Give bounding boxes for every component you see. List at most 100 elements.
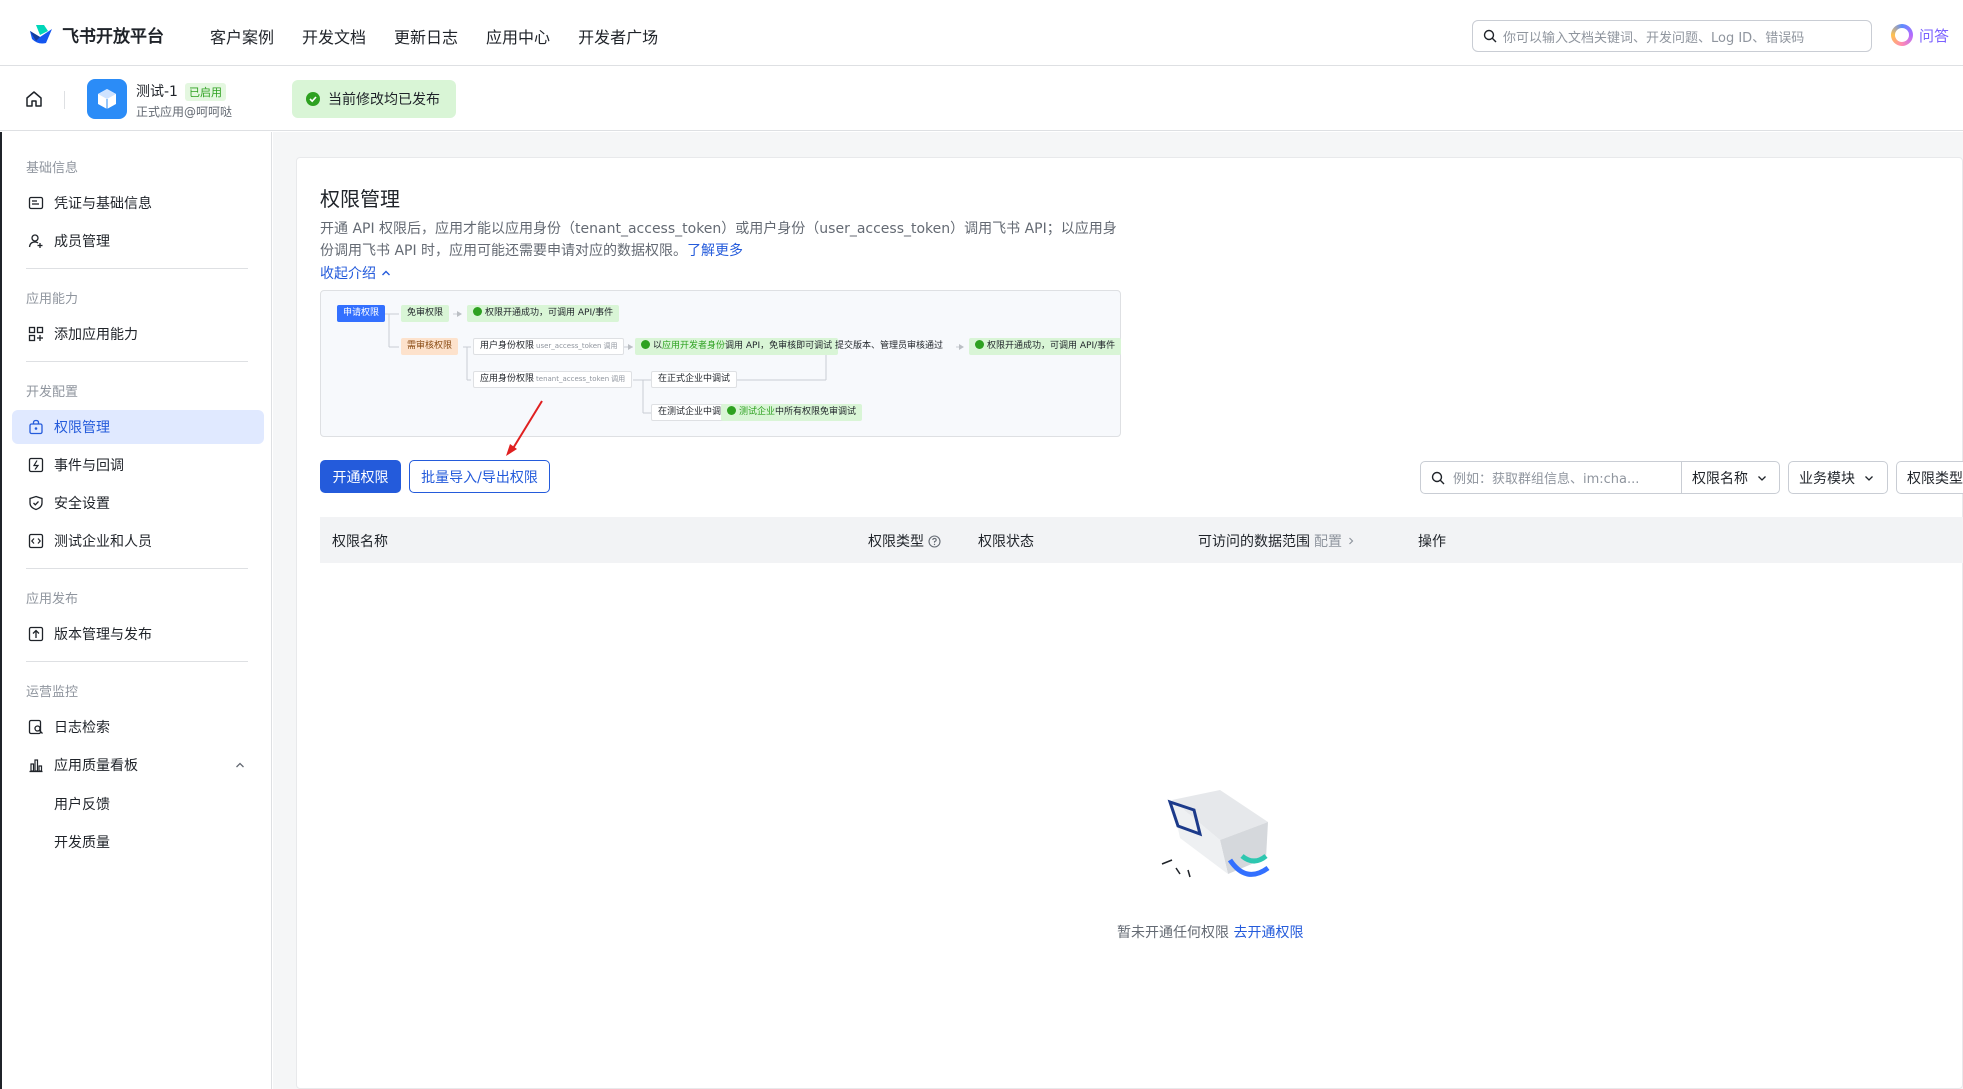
top-header: 飞书开放平台 客户案例 开发文档 更新日志 应用中心 开发者广场 你可以输入文档… [0,0,1963,66]
chevron-up-icon[interactable] [234,759,246,771]
sidebar: 基础信息 凭证与基础信息 成员管理 应用能力 添加应用能力 开发配置 权限管理 … [0,132,272,1089]
nav-app-center[interactable]: 应用中心 [486,24,550,48]
chevron-right-icon [1349,537,1354,545]
sidebar-item-permissions[interactable]: 权限管理 [12,410,264,444]
column-scope-label: 可访问的数据范围 [1198,534,1310,550]
upload-box-icon [28,626,44,642]
empty-box-illustration [1161,790,1270,878]
permission-flow-diagram: 申请权限 免审权限 权限开通成功，可调用 API/事件 需审核权限 用户身份权限… [320,290,1122,437]
sidebar-group-monitoring: 运营监控 [26,685,79,700]
sidebar-divider [26,361,248,362]
flow-app-identity-node: 应用身份权限 tenant_access_token 调用 [473,371,633,388]
sidebar-item-label: 凭证与基础信息 [54,196,152,212]
sidebar-subitem-dev-quality[interactable]: 开发质量 [54,832,110,852]
flow-call-suffix-2: 调用 [611,375,626,383]
lock-bag-icon [29,419,43,435]
search-field-value: 权限名称 [1692,470,1748,487]
check-circle-icon [641,340,650,349]
search-icon [1483,29,1497,43]
check-circle-icon [727,406,736,415]
sidebar-item-label: 事件与回调 [54,458,124,474]
empty-state: 暂未开通任何权限 去开通权限 [1117,922,1303,942]
flow-submit-node: 提交版本、管理员审核通过 [835,341,944,351]
red-arrow-annotation [506,400,543,456]
column-header-actions: 操作 [1418,531,1446,551]
flow-success-node: 权限开通成功，可调用 API/事件 [467,305,620,322]
sidebar-item-test-tenants[interactable]: 测试企业和人员 [12,524,264,558]
chevron-down-icon [1865,475,1873,481]
column-name-label: 权限名称 [332,534,388,550]
scope-config-link[interactable]: 配置 [1314,531,1342,551]
sidebar-item-label: 安全设置 [54,496,110,512]
batch-import-export-button[interactable]: 批量导入/导出权限 [409,460,550,493]
sidebar-item-log-search[interactable]: 日志检索 [12,710,264,744]
question-circle-icon[interactable] [928,534,941,548]
nav-customer-cases[interactable]: 客户案例 [210,24,274,48]
flow-tenant-token: tenant_access_token [536,375,610,383]
home-icon[interactable] [24,89,44,109]
sidebar-item-credentials[interactable]: 凭证与基础信息 [12,186,264,220]
check-circle-icon [306,92,320,106]
flow-dev-highlight: 应用开发者身份 [662,341,726,351]
sidebar-divider [26,268,248,269]
permission-search-placeholder: 例如：获取群组信息、im:cha... [1453,472,1640,487]
flow-call-suffix: 调用 [603,342,618,350]
sidebar-divider [26,661,248,662]
flow-test-all-prefix: 测试企业 [739,407,776,417]
module-select-value: 业务模块 [1799,470,1855,487]
open-permission-button[interactable]: 开通权限 [320,460,401,493]
type-select[interactable]: 权限类型 [1896,461,1963,494]
collapse-intro-toggle[interactable]: 收起介绍 [320,263,392,283]
app-bar: 测试-1 已启用 正式应用@呵呵哒 当前修改均已发布 [0,67,1963,131]
sidebar-item-security[interactable]: 安全设置 [12,486,264,520]
page-description: 开通 API 权限后，应用才能以应用身份（tenant_access_token… [320,218,1120,262]
sidebar-item-label: 测试企业和人员 [54,534,152,550]
bar-chart-icon [29,759,43,773]
permission-search-input[interactable]: 例如：获取群组信息、im:cha... [1420,461,1682,494]
sidebar-item-label: 成员管理 [54,234,110,250]
publish-status-tag: 当前修改均已发布 [292,80,456,118]
flow-need-review-node: 需审核权限 [401,338,459,355]
flow-user-token: user_access_token [536,342,602,350]
flow-prod-debug-node: 在正式企业中调试 [651,371,738,388]
flow-dev-prefix: 以 [653,341,663,351]
learn-more-link[interactable]: 了解更多 [687,243,743,259]
sidebar-item-versions[interactable]: 版本管理与发布 [12,617,264,651]
global-search-input[interactable]: 你可以输入文档关键词、开发问题、Log ID、错误码 [1472,20,1872,52]
sidebar-item-members[interactable]: 成员管理 [12,224,264,258]
app-subtitle: 正式应用@呵呵哒 [136,105,233,119]
sidebar-item-quality-board[interactable]: 应用质量看板 [12,748,264,782]
column-type-label: 权限类型 [868,534,924,550]
type-select-value: 权限类型 [1907,470,1963,487]
sidebar-group-basic: 基础信息 [26,161,79,176]
column-header-name: 权限名称 [332,531,388,551]
nav-dev-docs[interactable]: 开发文档 [302,24,366,48]
sidebar-item-label: 日志检索 [54,720,110,736]
apps-add-icon [28,326,44,342]
event-icon [28,457,44,473]
empty-state-text: 暂未开通任何权限 [1117,925,1229,941]
nav-changelog[interactable]: 更新日志 [394,24,458,48]
flow-no-review-node: 免审权限 [401,305,450,322]
sidebar-subitem-feedback[interactable]: 用户反馈 [54,794,110,814]
app-name: 测试-1 [136,84,178,100]
sidebar-group-release: 应用发布 [26,592,79,607]
nav-dev-square[interactable]: 开发者广场 [578,24,658,48]
sidebar-item-events[interactable]: 事件与回调 [12,448,264,482]
sidebar-item-label: 权限管理 [54,420,110,436]
module-select[interactable]: 业务模块 [1788,461,1888,494]
qa-button[interactable]: 问答 [1891,24,1949,46]
log-search-icon [28,719,43,735]
sidebar-group-capability: 应用能力 [26,292,79,307]
id-card-icon [28,196,44,210]
search-field-select[interactable]: 权限名称 [1681,461,1780,494]
sidebar-item-label: 应用质量看板 [54,758,138,774]
sidebar-item-add-capability[interactable]: 添加应用能力 [12,317,264,351]
flow-final-success-text: 权限开通成功，可调用 API/事件 [987,341,1116,351]
flow-test-all-node: 测试企业中所有权限免审调试 [721,404,863,421]
user-add-icon [28,234,43,248]
flow-app-identity-text: 应用身份权限 [480,374,535,384]
sidebar-item-label: 添加应用能力 [54,327,138,343]
brand-logo[interactable]: 飞书开放平台 [28,22,164,47]
go-open-permission-link[interactable]: 去开通权限 [1233,925,1303,941]
